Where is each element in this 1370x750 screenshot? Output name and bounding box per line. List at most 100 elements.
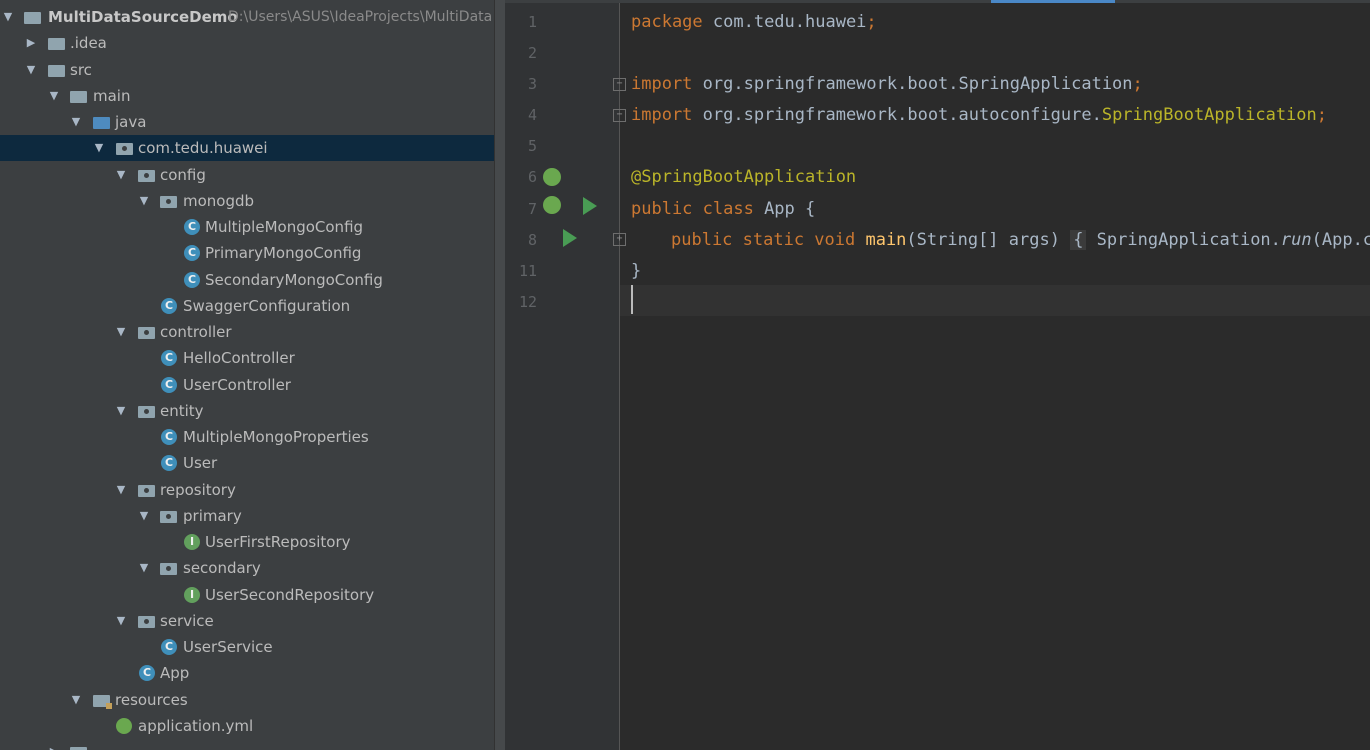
expand-arrow-icon[interactable]: ▼: [115, 477, 127, 503]
tree-root-name: MultiDataSourceDemo: [48, 8, 238, 26]
tree-item-interface[interactable]: I UserSecondRepository: [0, 582, 494, 608]
tree-item-label: .idea: [70, 34, 107, 52]
package-icon: [138, 327, 155, 339]
tree-item-class[interactable]: C MultipleMongoProperties: [0, 424, 494, 450]
expand-arrow-icon[interactable]: ▼: [138, 555, 150, 581]
text-caret: [631, 285, 633, 314]
line-number: 11: [518, 262, 537, 280]
expand-arrow-icon[interactable]: ▼: [115, 608, 127, 634]
expand-arrow-icon[interactable]: ▼: [48, 83, 60, 109]
tree-item-label: PrimaryMongoConfig: [205, 244, 362, 262]
tree-item-class[interactable]: C UserService: [0, 634, 494, 660]
tree-item-label: repository: [160, 481, 236, 499]
tree-item-resources[interactable]: ▼ resources: [0, 687, 494, 713]
keyword: public static void: [671, 230, 856, 250]
fold-marker-icon[interactable]: +: [613, 233, 626, 246]
tree-item-entity[interactable]: ▼ entity: [0, 398, 494, 424]
class-icon: C: [184, 272, 200, 288]
tree-item-partial[interactable]: ▶: [0, 739, 494, 750]
keyword: import: [631, 105, 693, 125]
expand-arrow-icon[interactable]: ▼: [115, 162, 127, 188]
expand-arrow-icon[interactable]: ▼: [138, 188, 150, 214]
tree-item-label: src: [70, 61, 92, 79]
tree-item-class[interactable]: C PrimaryMongoConfig: [0, 240, 494, 266]
line-number: 6: [527, 168, 537, 186]
tree-item-monogdb[interactable]: ▼ monogdb: [0, 188, 494, 214]
tree-item-class[interactable]: C SecondaryMongoConfig: [0, 267, 494, 293]
run-icon[interactable]: [583, 197, 597, 215]
expand-arrow-icon[interactable]: ▼: [138, 503, 150, 529]
code-text: (String[] args): [906, 230, 1071, 250]
expand-arrow-icon[interactable]: ▼: [115, 319, 127, 345]
tree-item-label: monogdb: [183, 192, 255, 210]
line-number: 7: [527, 200, 537, 218]
class-icon: C: [161, 298, 177, 314]
annotation: @SpringBootApplication: [631, 167, 857, 187]
tree-item-package-root[interactable]: ▼ com.tedu.huawei: [0, 135, 494, 161]
keyword: public class: [631, 199, 754, 219]
folded-region[interactable]: {: [1070, 230, 1087, 250]
class-icon: C: [184, 245, 200, 261]
current-line-highlight: [620, 285, 1370, 316]
expand-arrow-icon[interactable]: ▼: [25, 57, 37, 83]
expand-arrow-icon[interactable]: ▼: [115, 398, 127, 424]
tree-item-interface[interactable]: I UserFirstRepository: [0, 529, 494, 555]
tree-item-class[interactable]: C SwaggerConfiguration: [0, 293, 494, 319]
run-icon[interactable]: [563, 229, 577, 247]
spring-bean-search-icon[interactable]: [543, 168, 561, 186]
tree-root[interactable]: ▼ MultiDataSourceDemo D:\Users\ASUS\Idea…: [0, 4, 494, 30]
tree-item-label: config: [160, 166, 206, 184]
line-number: 12: [518, 293, 537, 311]
tree-item-main[interactable]: ▼ main: [0, 83, 494, 109]
tree-item-controller[interactable]: ▼ controller: [0, 319, 494, 345]
module-folder-icon: [24, 12, 41, 24]
collapse-arrow-icon[interactable]: ▶: [25, 30, 37, 56]
expand-arrow-icon[interactable]: ▼: [70, 687, 82, 713]
code-text: }: [631, 261, 642, 281]
tree-item-secondary[interactable]: ▼ secondary: [0, 555, 494, 581]
tree-item-label: UserFirstRepository: [205, 533, 351, 551]
class-icon: C: [161, 429, 177, 445]
tree-item-application-yml[interactable]: application.yml: [0, 713, 494, 739]
line-number: 3: [527, 75, 537, 93]
tree-item-primary[interactable]: ▼ primary: [0, 503, 494, 529]
tree-item-service[interactable]: ▼ service: [0, 608, 494, 634]
code-line-11: }: [631, 256, 641, 287]
package-icon: [138, 406, 155, 418]
tree-item-config[interactable]: ▼ config: [0, 162, 494, 188]
tree-item-label: application.yml: [138, 717, 254, 735]
keyword: package: [631, 12, 703, 32]
tree-item-idea[interactable]: ▶ .idea: [0, 30, 494, 56]
package-icon: [160, 511, 177, 523]
tree-item-app[interactable]: C App: [0, 660, 494, 686]
class-icon: C: [184, 219, 200, 235]
tree-item-class[interactable]: C UserController: [0, 372, 494, 398]
code-text: (App.cla: [1311, 230, 1370, 250]
collapse-arrow-icon[interactable]: ▶: [48, 739, 60, 750]
tree-item-repository[interactable]: ▼ repository: [0, 477, 494, 503]
expand-arrow-icon[interactable]: ▼: [2, 4, 14, 30]
tree-item-label: entity: [160, 402, 204, 420]
tree-item-label: User: [183, 454, 218, 472]
tree-item-label: UserController: [183, 376, 291, 394]
package-icon: [138, 170, 155, 182]
source-folder-icon: [93, 117, 110, 129]
expand-arrow-icon[interactable]: ▼: [93, 135, 105, 161]
tree-item-class[interactable]: C HelloController: [0, 345, 494, 371]
tree-item-class[interactable]: C User: [0, 450, 494, 476]
code-text: com.tedu.huawei: [702, 12, 867, 32]
expand-arrow-icon[interactable]: ▼: [70, 109, 82, 135]
fold-marker-icon[interactable]: −: [613, 109, 626, 122]
fold-marker-icon[interactable]: −: [613, 78, 626, 91]
spring-bean-icon[interactable]: [543, 196, 561, 214]
tree-item-java[interactable]: ▼ java: [0, 109, 494, 135]
punctuation: ;: [1316, 105, 1328, 125]
tree-item-label: service: [160, 612, 214, 630]
tree-item-src[interactable]: ▼ src: [0, 57, 494, 83]
line-number: 4: [527, 106, 537, 124]
folder-icon: [48, 38, 65, 50]
tree-item-label: controller: [160, 323, 232, 341]
project-tool-window: ▼ MultiDataSourceDemo D:\Users\ASUS\Idea…: [0, 0, 505, 750]
tree-item-class[interactable]: C MultipleMongoConfig: [0, 214, 494, 240]
tree-item-label: resources: [115, 691, 188, 709]
